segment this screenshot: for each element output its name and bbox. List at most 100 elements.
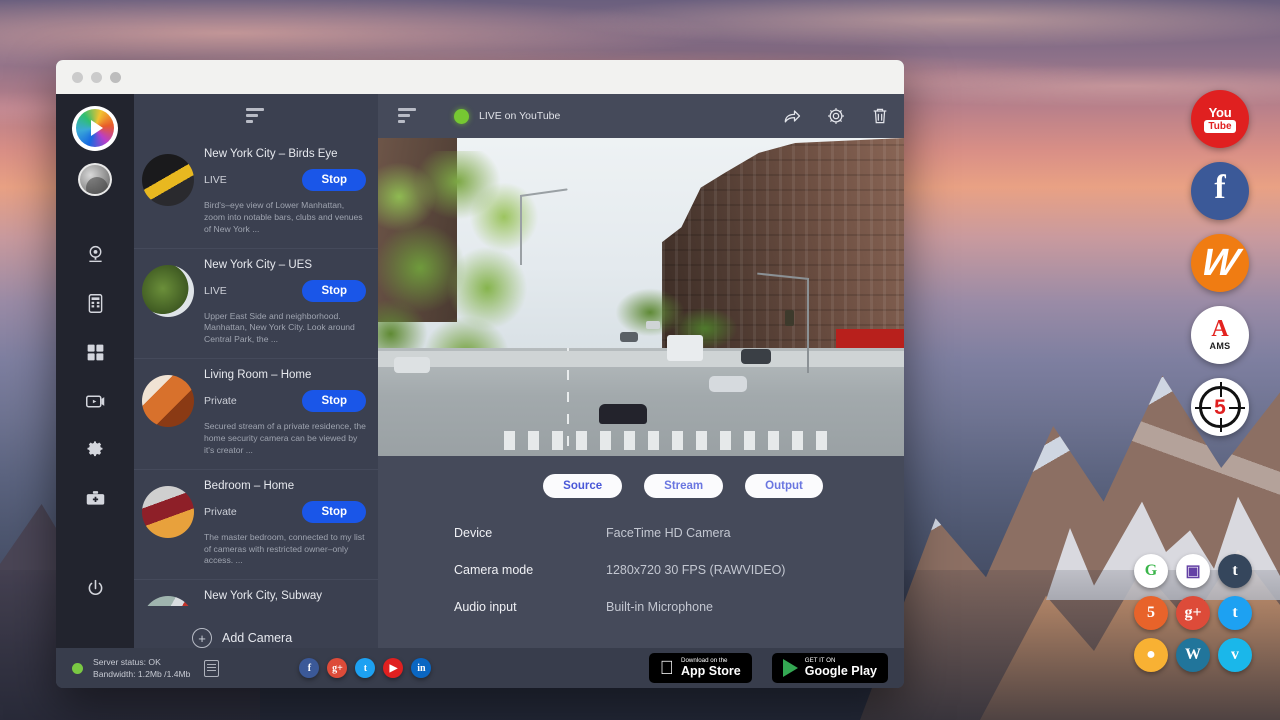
grid-icon (85, 342, 106, 368)
desktop-icon-twitch[interactable]: ▣ (1176, 554, 1210, 588)
sidebar-item-power[interactable] (56, 566, 134, 615)
window-titlebar (56, 60, 904, 94)
window-maximize-button[interactable] (110, 72, 121, 83)
camera-thumbnail (142, 154, 194, 206)
google-play-large-label: Google Play (805, 665, 877, 678)
camera-action-button[interactable]: Stop (302, 390, 366, 412)
sidebar (56, 94, 134, 648)
camera-list-panel: New York City – Birds EyeLIVEStopBird's–… (134, 94, 378, 648)
info-row: Camera mode1280x720 30 FPS (RAWVIDEO) (454, 563, 904, 577)
sidebar-item-device-list[interactable] (56, 282, 134, 331)
camera-description: Secured stream of a private residence, t… (204, 421, 366, 457)
youtube-you-text: You (1209, 106, 1232, 119)
social-icon-youtube[interactable]: ▶ (383, 658, 403, 678)
desktop-icon-tumblr[interactable]: t (1218, 554, 1252, 588)
app-store-large-label: App Store (681, 665, 741, 678)
desktop-icon-google-plus[interactable]: g+ (1176, 596, 1210, 630)
sidebar-item-dashboard[interactable] (56, 331, 134, 380)
tab-stream[interactable]: Stream (644, 474, 723, 498)
camera-title: New York City – UES (204, 259, 366, 271)
desktop-icon-twitter[interactable]: t (1218, 596, 1252, 630)
sidebar-item-settings[interactable] (56, 428, 134, 477)
live-status-label: LIVE on YouTube (479, 110, 560, 122)
social-icon-linkedin[interactable]: in (411, 658, 431, 678)
video-truck (667, 335, 703, 361)
desktop-icon-column: You Tube f W A AMS 5 (1188, 90, 1252, 436)
camera-list-item[interactable]: New York City, SubwayOfflineStartNew Yor… (134, 580, 378, 606)
camera-title: Living Room – Home (204, 369, 366, 381)
camera-list-item[interactable]: New York City – UESLIVEStopUpper East Si… (134, 249, 378, 360)
camera-action-button[interactable]: Stop (302, 501, 366, 523)
camera-description: Upper East Side and neighborhood. Manhat… (204, 311, 366, 347)
target-ring-icon: 5 (1199, 386, 1241, 428)
camera-title: New York City, Subway (204, 590, 366, 602)
share-icon[interactable] (782, 106, 802, 126)
app-logo-icon[interactable] (74, 108, 116, 149)
desktop-icon-grasshopper[interactable]: G (1134, 554, 1168, 588)
desktop-icon-vimeo[interactable]: v (1218, 638, 1252, 672)
video-traffic-signal (785, 310, 794, 326)
camera-list-item[interactable]: Living Room – Home Private Stop Secured str… (134, 359, 378, 470)
info-value[interactable]: Built-in Microphone (606, 600, 713, 614)
camera-list-item[interactable]: New York City – Birds EyeLIVEStopBird's–… (134, 138, 378, 249)
gear-icon[interactable] (826, 106, 846, 126)
social-icon-google-plus[interactable]: g+ (327, 658, 347, 678)
add-camera-label: Add Camera (222, 631, 292, 645)
camera-list-header (134, 94, 378, 138)
video-car (394, 357, 430, 373)
desktop-icon-facebook[interactable]: f (1191, 162, 1249, 220)
add-camera-button[interactable]: + Add Camera (134, 606, 378, 648)
video-car (741, 349, 771, 364)
desktop-icon-wordpress[interactable]: W (1176, 638, 1210, 672)
wowza-glyph: W (1198, 244, 1242, 282)
tab-output[interactable]: Output (745, 474, 823, 498)
log-document-icon[interactable] (204, 660, 219, 677)
info-value[interactable]: 1280x720 30 FPS (RAWVIDEO) (606, 563, 785, 577)
device-info-list: DeviceFaceTime HD Camera Camera mode1280x… (378, 498, 904, 648)
info-row: Audio inputBuilt-in Microphone (454, 600, 904, 614)
info-label: Audio input (454, 600, 606, 614)
desktop-icon-youtube[interactable]: You Tube (1191, 90, 1249, 148)
server-status-dot (72, 663, 83, 674)
first-aid-kit-icon (85, 488, 106, 514)
video-crosswalk (504, 431, 830, 450)
webcam-icon (85, 244, 106, 270)
info-value[interactable]: FaceTime HD Camera (606, 526, 731, 540)
camera-thumbnail (142, 486, 194, 538)
video-car (599, 404, 647, 424)
trash-icon[interactable] (870, 106, 890, 126)
window-close-button[interactable] (72, 72, 83, 83)
desktop-icon-adobe-ams[interactable]: A AMS (1191, 306, 1249, 364)
apple-icon:  (660, 659, 674, 678)
camera-description: The master bedroom, connected to my list… (204, 532, 366, 568)
social-icon-twitter[interactable]: t (355, 658, 375, 678)
video-preview[interactable] (378, 138, 904, 456)
camera-thumbnail (142, 265, 194, 317)
camera-list-item[interactable]: Bedroom – HomePrivateStopThe master bedr… (134, 470, 378, 581)
gear-icon (85, 439, 106, 465)
camera-action-button[interactable]: Stop (302, 280, 366, 302)
app-store-badge[interactable]:  Download on the App Store (649, 653, 752, 683)
camera-status: Private (204, 395, 237, 407)
desktop-icon-channel-five[interactable]: 5 (1191, 378, 1249, 436)
camera-action-button[interactable]: Stop (302, 169, 366, 191)
tab-source[interactable]: Source (543, 474, 622, 498)
sidebar-item-camera-capture[interactable] (56, 233, 134, 282)
sidebar-item-player[interactable] (56, 379, 134, 428)
camera-thumbnail (142, 596, 194, 606)
info-row: DeviceFaceTime HD Camera (454, 526, 904, 540)
social-icon-facebook[interactable]: f (299, 658, 319, 678)
avatar[interactable] (78, 163, 112, 196)
window-minimize-button[interactable] (91, 72, 102, 83)
google-play-badge[interactable]: GET IT ON Google Play (772, 653, 888, 683)
bandwidth-text: Bandwidth: 1.2Mb /1.4Mb (93, 668, 190, 680)
sidebar-item-media-kit[interactable] (56, 477, 134, 526)
list-toggle-icon[interactable] (398, 108, 418, 124)
desktop-icon-livestream-five[interactable]: 5 (1134, 596, 1168, 630)
plus-circle-icon: + (192, 628, 212, 648)
info-label: Device (454, 526, 606, 540)
sort-icon[interactable] (246, 108, 266, 124)
camera-thumbnail (142, 375, 194, 427)
desktop-icon-flickr[interactable]: ● (1134, 638, 1168, 672)
desktop-icon-wowza[interactable]: W (1191, 234, 1249, 292)
